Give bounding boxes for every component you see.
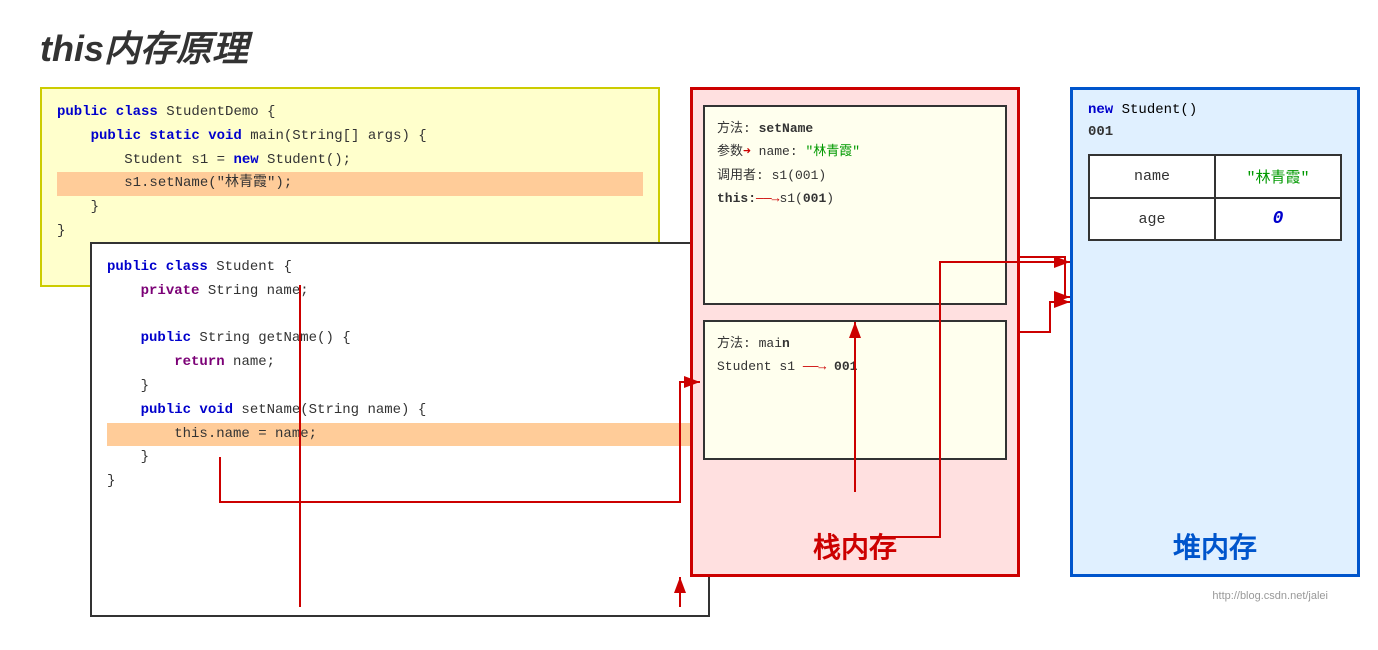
frame-main: 方法: main Student s1 ——→ 001 xyxy=(703,320,1007,460)
heap-address: 001 xyxy=(1073,124,1357,146)
code-line-1: public class StudentDemo { xyxy=(57,101,643,125)
code-inner-2: private String name; xyxy=(107,280,693,304)
watermark: http://blog.csdn.net/jalei xyxy=(1212,590,1328,602)
code-line-3: Student s1 = new Student(); xyxy=(57,149,643,173)
main-diagram: public class StudentDemo { public static… xyxy=(20,87,1358,607)
code-inner-6: } xyxy=(107,375,693,399)
frame-setname-title: 方法: setName xyxy=(717,117,993,140)
page-title: this内存原理 xyxy=(0,0,1378,87)
frame-setname: 方法: setName 参数➜ name: "林青霞" 调用者: s1(001)… xyxy=(703,105,1007,305)
frame-setname-param: 参数➜ name: "林青霞" xyxy=(717,140,993,163)
code-line-6: } xyxy=(57,220,643,244)
code-inner-10: } xyxy=(107,470,693,494)
code-box-student: public class Student { private String na… xyxy=(90,242,710,617)
heap-label: 堆内存 xyxy=(1173,526,1257,566)
heap-memory-box: new Student() 001 name "林青霞" age 0 堆内存 xyxy=(1070,87,1360,577)
code-line-2: public static void main(String[] args) { xyxy=(57,125,643,149)
heap-field-age-label: age xyxy=(1089,198,1215,240)
code-inner-3 xyxy=(107,304,693,328)
frame-main-title: 方法: main xyxy=(717,332,993,355)
heap-field-age-value: 0 xyxy=(1215,198,1341,240)
title-suffix: 内存原理 xyxy=(104,28,248,69)
arrow-this-to-heap xyxy=(1020,302,1070,332)
code-line-5: } xyxy=(57,196,643,220)
code-inner-7: public void setName(String name) { xyxy=(107,399,693,423)
heap-row-age: age 0 xyxy=(1089,198,1341,240)
code-line-4: s1.setName("林青霞"); xyxy=(57,172,643,196)
frame-main-var: Student s1 ——→ 001 xyxy=(717,355,993,378)
code-inner-4: public String getName() { xyxy=(107,327,693,351)
arrow-setname-to-heap-name xyxy=(1020,257,1070,297)
code-inner-8: this.name = name; xyxy=(107,423,693,447)
heap-row-name: name "林青霞" xyxy=(1089,155,1341,198)
heap-field-name-value: "林青霞" xyxy=(1215,155,1341,198)
stack-memory-box: 方法: setName 参数➜ name: "林青霞" 调用者: s1(001)… xyxy=(690,87,1020,577)
heap-fields-table: name "林青霞" age 0 xyxy=(1088,154,1342,241)
frame-setname-caller: 调用者: s1(001) xyxy=(717,164,993,187)
code-inner-1: public class Student { xyxy=(107,256,693,280)
heap-new-title: new Student() xyxy=(1073,90,1357,124)
stack-label: 栈内存 xyxy=(813,526,897,566)
frame-setname-this: this:——→s1(001) xyxy=(717,187,993,210)
heap-field-name-label: name xyxy=(1089,155,1215,198)
code-inner-9: } xyxy=(107,446,693,470)
code-inner-5: return name; xyxy=(107,351,693,375)
title-this: this xyxy=(40,28,104,69)
